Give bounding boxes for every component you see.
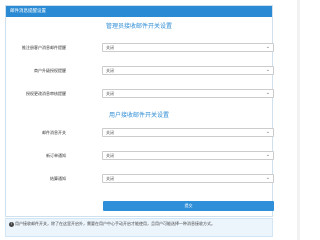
user-row-3-select[interactable]: 关闭 ⌄ bbox=[102, 174, 274, 183]
user-row-1-select[interactable]: 关闭 ⌄ bbox=[102, 128, 274, 137]
chevron-down-icon: ⌄ bbox=[265, 44, 270, 50]
admin-row-3-select[interactable]: 关闭 ⌄ bbox=[102, 89, 274, 98]
chevron-down-icon: ⌄ bbox=[265, 175, 270, 181]
admin-row-2-select[interactable]: 关闭 ⌄ bbox=[102, 66, 274, 75]
user-row-2-label: 新订单通知 bbox=[46, 153, 66, 158]
user-row-2-select[interactable]: 关闭 ⌄ bbox=[102, 151, 274, 160]
admin-row-1-select[interactable]: 关闭 ⌄ bbox=[102, 43, 274, 52]
admin-row-2-label: 商户升级授权提醒 bbox=[34, 68, 66, 73]
user-row-3-label: 结算通知 bbox=[50, 176, 66, 181]
admin-row-3-label: 授权更改消息审核提醒 bbox=[26, 91, 66, 96]
settings-panel: 邮件消息提醒设置 管理员接收邮件开关设置 推注册客户消息邮件提醒 关闭 ⌄ 商户… bbox=[5, 5, 274, 217]
admin-row-1-label: 推注册客户消息邮件提醒 bbox=[22, 45, 66, 50]
chevron-down-icon: ⌄ bbox=[265, 90, 270, 96]
chevron-down-icon: ⌄ bbox=[265, 129, 270, 135]
submit-button[interactable]: 提交 bbox=[103, 201, 274, 211]
user-section-title: 用户接收邮件开关设置 bbox=[108, 112, 169, 119]
note-text: 用户接收邮件开关，除了在这里开启外，需要在用户中心手动开启才能使用，且用户可能选… bbox=[15, 221, 215, 226]
user-row-3-value: 关闭 bbox=[106, 176, 114, 181]
info-icon: ! bbox=[9, 221, 14, 227]
admin-row-3-value: 关闭 bbox=[106, 91, 114, 96]
admin-section-title: 管理员接收邮件开关设置 bbox=[105, 23, 172, 30]
panel-title: 邮件消息提醒设置 bbox=[6, 6, 272, 17]
user-row-2-value: 关闭 bbox=[106, 153, 114, 158]
info-note: ! 用户接收邮件开关，除了在这里开启外，需要在用户中心手动开启才能使用，且用户可能… bbox=[5, 218, 273, 237]
chevron-down-icon: ⌄ bbox=[265, 152, 270, 158]
admin-row-1-value: 关闭 bbox=[106, 45, 114, 50]
admin-row-2-value: 关闭 bbox=[106, 68, 114, 73]
user-row-1-value: 关闭 bbox=[106, 130, 114, 135]
user-row-1-label: 邮件消息开关 bbox=[42, 130, 66, 135]
chevron-down-icon: ⌄ bbox=[265, 67, 270, 73]
page-scrollbar[interactable] bbox=[297, 0, 300, 240]
